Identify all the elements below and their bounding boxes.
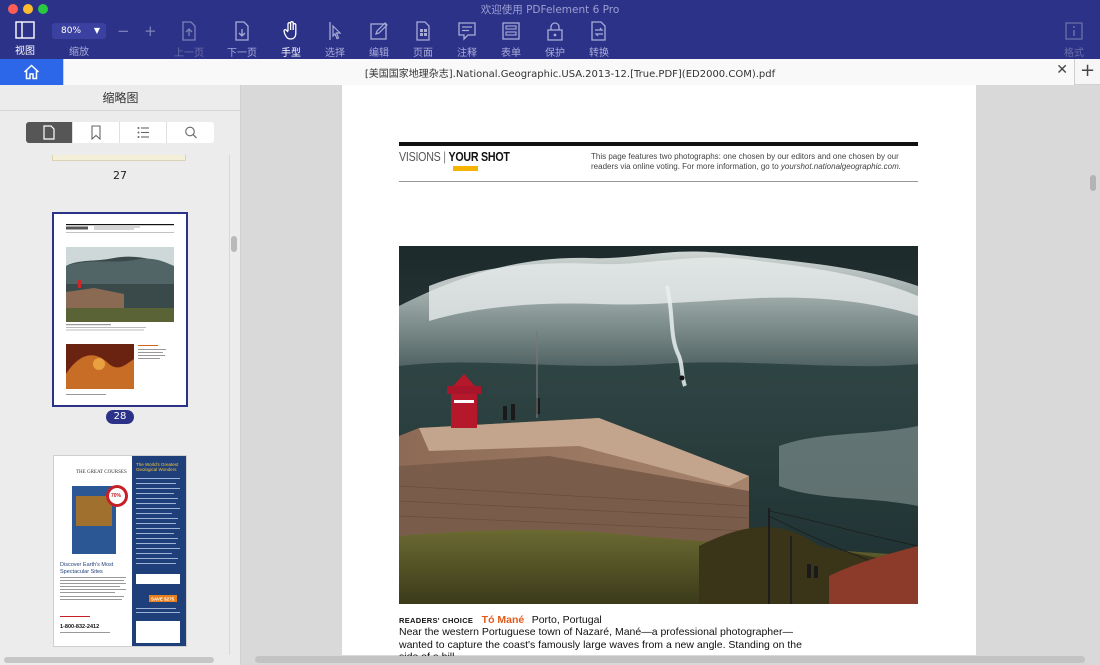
lock-icon — [547, 22, 563, 41]
edit-button[interactable]: 编辑 — [357, 21, 401, 59]
header-blurb: This page features two photographs: one … — [591, 152, 921, 172]
header-rule-bottom — [399, 181, 918, 182]
tab-outline[interactable] — [120, 122, 167, 143]
tab-bar: [美国国家地理杂志].National.Geographic.USA.2013-… — [0, 59, 1100, 85]
select-cursor-icon — [329, 22, 342, 40]
outline-list-icon — [137, 127, 149, 138]
document-tab-title: [美国国家地理杂志].National.Geographic.USA.2013-… — [364, 69, 776, 80]
section-separator: | — [443, 149, 446, 164]
nazare-wave-photo — [399, 246, 918, 604]
comment-label: 注释 — [457, 48, 477, 59]
convert-icon — [591, 21, 606, 41]
page-thumbnail-27[interactable] — [52, 155, 186, 161]
prev-page-button[interactable]: 上一页 — [167, 21, 211, 59]
document-viewport: VISIONS | YOUR SHOT This page features t… — [241, 85, 1100, 665]
zoom-label: 缩放 — [69, 47, 89, 58]
brand-underline — [453, 166, 478, 171]
page-grid-icon — [416, 21, 430, 41]
tab-bookmarks[interactable] — [73, 122, 120, 143]
form-label: 表单 — [501, 48, 521, 59]
page-thumbnail-29[interactable]: THE GREAT COURSES 70% Discover Earth's M… — [53, 455, 187, 647]
svg-text:Geological Wonders: Geological Wonders — [136, 467, 177, 472]
page-button[interactable]: 页面 — [401, 21, 445, 59]
featured-photo — [399, 246, 918, 604]
home-icon — [23, 64, 40, 80]
convert-button[interactable]: 转换 — [577, 21, 621, 59]
comment-button[interactable]: 注释 — [445, 21, 489, 59]
protect-button[interactable]: 保护 — [533, 21, 577, 59]
sidebar-horizontal-scrollbar[interactable] — [4, 657, 214, 663]
convert-label: 转换 — [589, 48, 609, 59]
bookmark-icon — [91, 125, 101, 140]
zoom-select[interactable]: 80% ▼ — [52, 23, 106, 39]
window-title: 欢迎使用 PDFelement 6 Pro — [480, 4, 620, 16]
add-tab-button[interactable]: + — [1075, 59, 1100, 85]
format-label: 格式 — [1064, 48, 1084, 59]
edit-label: 编辑 — [369, 48, 389, 59]
page-number-28: 28 — [106, 410, 134, 424]
home-tab[interactable] — [0, 59, 63, 85]
photographer-name: Tó Mané — [481, 614, 525, 626]
pdf-page[interactable]: VISIONS | YOUR SHOT This page features t… — [342, 85, 976, 663]
select-label: 选择 — [325, 48, 345, 59]
section-title: VISIONS — [399, 149, 441, 164]
sidebar-scrollbar[interactable] — [231, 236, 237, 252]
zoom-out-button[interactable]: − — [117, 22, 130, 40]
hand-icon — [283, 21, 297, 40]
page-label: 页面 — [413, 48, 433, 59]
next-page-label: 下一页 — [227, 48, 257, 59]
document-horizontal-scrollbar[interactable] — [255, 656, 1085, 663]
form-button[interactable]: 表单 — [489, 21, 533, 59]
thumbnail-29-preview: THE GREAT COURSES 70% Discover Earth's M… — [54, 456, 186, 646]
sidebar-title: 缩略图 — [102, 91, 139, 105]
page-number-27: 27 — [113, 169, 127, 182]
great-courses-logo: THE GREAT COURSES — [76, 470, 127, 475]
format-button[interactable]: 格式 — [1052, 21, 1096, 59]
zoom-value: 80% — [61, 26, 82, 36]
protect-label: 保护 — [545, 48, 565, 59]
toolbar: 欢迎使用 PDFelement 6 Pro 视图 80% ▼ 缩放 − + 上一… — [0, 0, 1100, 59]
hand-label: 手型 — [281, 48, 301, 59]
sidebar-divider — [0, 110, 241, 111]
prev-page-label: 上一页 — [174, 48, 204, 59]
document-vertical-scrollbar[interactable] — [1090, 175, 1096, 191]
view-sidebar-icon — [15, 21, 35, 39]
page-thumbnail-28[interactable] — [52, 212, 188, 407]
thumb29-headline: Discover Earth's Most — [60, 562, 114, 568]
zoom-in-button[interactable]: + — [144, 22, 157, 40]
prev-page-icon — [182, 21, 196, 41]
thumb29-phone: 1-800-832-2412 — [60, 624, 99, 630]
search-icon — [184, 126, 197, 139]
svg-text:Spectacular Sites: Spectacular Sites — [60, 569, 103, 575]
section-brand: YOUR SHOT — [448, 149, 510, 164]
edit-pencil-icon — [370, 22, 388, 40]
document-tab[interactable]: [美国国家地理杂志].National.Geographic.USA.2013-… — [63, 59, 1075, 85]
hand-tool-button[interactable]: 手型 — [269, 21, 313, 59]
comment-icon — [458, 22, 476, 41]
form-icon — [502, 22, 520, 40]
view-button[interactable]: 视图 — [3, 21, 47, 57]
thumbnail-sidebar: 缩略图 27 28 THE GREAT COURSES 70% Discover… — [0, 85, 241, 665]
save-tag: SAVE $275 — [151, 597, 175, 602]
info-icon — [1065, 22, 1083, 40]
chevron-down-icon: ▼ — [93, 26, 100, 35]
discount-badge-text: 70% — [111, 493, 122, 499]
tab-search[interactable] — [167, 122, 214, 143]
photo-location: Porto, Portugal — [531, 614, 602, 626]
view-label: 视图 — [15, 46, 35, 57]
thumbnail-28-preview — [66, 224, 174, 395]
page-thumbnail-icon — [43, 125, 55, 140]
section-header: VISIONS | YOUR SHOT — [399, 149, 510, 164]
next-page-icon — [235, 21, 249, 41]
sidebar-scroll-track — [229, 155, 230, 655]
header-blurb-link: yourshot.nationalgeographic.com. — [780, 162, 901, 171]
header-rule — [399, 142, 918, 146]
tab-thumbnails[interactable] — [26, 122, 73, 143]
caption-label: READERS' CHOICE — [399, 616, 474, 625]
close-tab-icon[interactable]: ✕ — [1056, 62, 1068, 78]
select-tool-button[interactable]: 选择 — [313, 21, 357, 59]
next-page-button[interactable]: 下一页 — [220, 21, 264, 59]
